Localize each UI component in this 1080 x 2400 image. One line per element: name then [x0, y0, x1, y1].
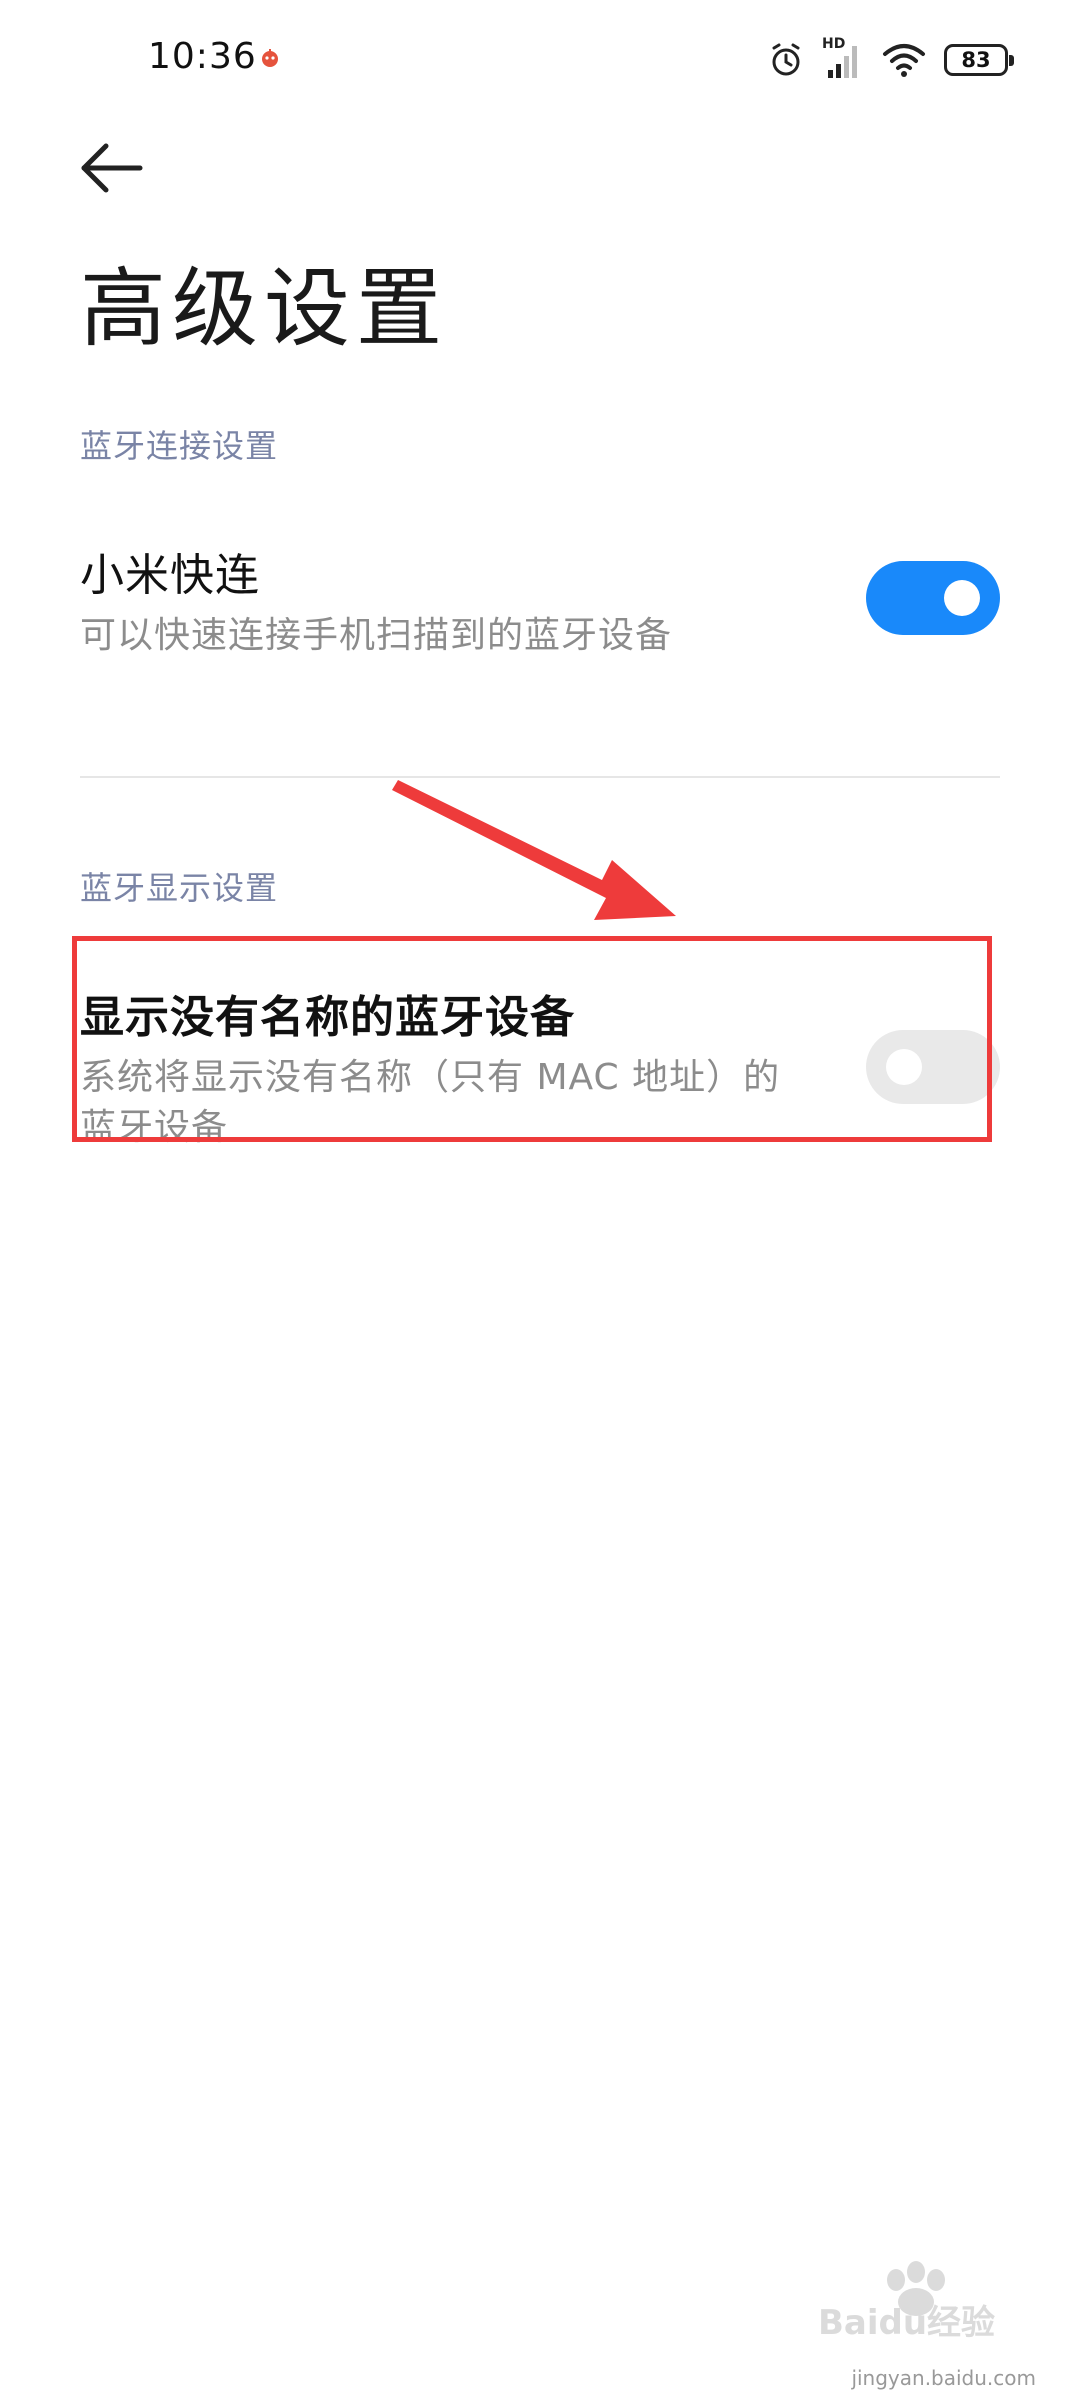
back-arrow-icon[interactable]	[76, 138, 156, 198]
wifi-icon	[883, 44, 925, 77]
cellular-signal-icon: HD	[822, 36, 864, 80]
toggle-mi-quick-connect[interactable]	[866, 561, 1000, 635]
setting-title-mi-quick-connect: 小米快连	[80, 550, 260, 601]
status-bar: 10:36 HD 83	[0, 0, 1080, 120]
baidu-paw-logo-icon: Baidu经验	[818, 2261, 995, 2340]
battery-icon: 83	[944, 44, 1014, 76]
toggle-knob	[944, 580, 980, 616]
section-header-bluetooth-connection: 蓝牙连接设置	[80, 427, 279, 465]
section-divider	[80, 776, 1000, 778]
watermark-url: jingyan.baidu.com	[851, 2366, 1036, 2390]
section-header-bluetooth-display: 蓝牙显示设置	[80, 869, 279, 907]
setting-desc-mi-quick-connect: 可以快速连接手机扫描到的蓝牙设备	[80, 615, 673, 656]
status-icons: HD 83	[768, 36, 1014, 82]
page-title: 高级设置	[80, 259, 448, 359]
annotation-arrow-icon	[392, 780, 676, 920]
battery-level: 83	[961, 48, 991, 72]
advanced-settings-screen: 10:36 HD 83 高级设置 蓝牙连接设置 小米快连 可以快速连接手机扫描到…	[0, 0, 1080, 2400]
notification-app-icon	[262, 49, 278, 67]
watermark-brand: Baidu经验	[818, 2303, 995, 2340]
alarm-icon	[772, 43, 800, 76]
annotation-highlight-box	[72, 936, 992, 1142]
status-time: 10:36	[148, 36, 257, 77]
